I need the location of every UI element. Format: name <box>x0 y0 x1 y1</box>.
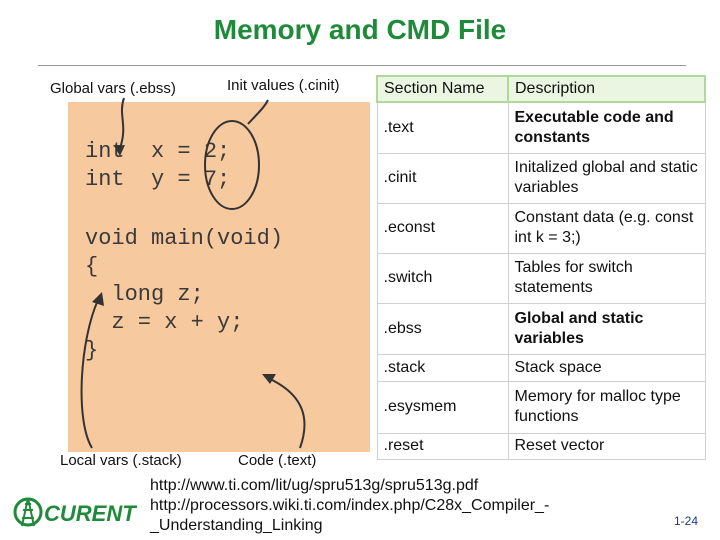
link-ti-wiki[interactable]: http://processors.wiki.ti.com/index.php/… <box>150 496 549 516</box>
header-section-name: Section Name <box>376 75 509 103</box>
section-description: Global and static variables <box>507 302 706 355</box>
section-name: .ebss <box>376 302 509 355</box>
arrow-global-vars <box>119 97 125 149</box>
tower-icon: CURENT <box>13 497 137 527</box>
logo-text: CURENT <box>44 501 137 526</box>
arrowhead-local-vars <box>92 292 104 306</box>
section-description: Stack space <box>507 353 706 382</box>
label-local-vars: Local vars (.stack) <box>60 452 182 469</box>
init-values-oval <box>204 120 260 210</box>
section-name: .econst <box>376 202 509 254</box>
table-row: .stack Stack space <box>376 353 706 382</box>
section-name: .cinit <box>376 152 509 204</box>
section-description: Initalized global and static variables <box>507 152 706 204</box>
table-row: .esysmem Memory for malloc type function… <box>376 380 706 434</box>
reference-links: http://www.ti.com/lit/ug/spru513g/spru51… <box>150 476 549 536</box>
arrow-init-values <box>247 99 269 125</box>
section-description: Constant data (e.g. const int k = 3;) <box>507 202 706 254</box>
link-ti-pdf[interactable]: http://www.ti.com/lit/ug/spru513g/spru51… <box>150 476 549 496</box>
table-row: .cinit Initalized global and static vari… <box>376 152 706 204</box>
section-description: Reset vector <box>507 432 706 460</box>
section-description: Tables for switch statements <box>507 252 706 304</box>
sections-table: Section Name Description .text Executabl… <box>376 75 706 460</box>
arrowhead-code-text <box>262 374 276 384</box>
link-ti-wiki-cont[interactable]: _Understanding_Linking <box>150 516 549 536</box>
table-row: .text Executable code and constants <box>376 101 706 154</box>
table-row: .econst Constant data (e.g. const int k … <box>376 202 706 254</box>
page-number: 1-24 <box>674 514 699 528</box>
section-description: Memory for malloc type functions <box>507 380 706 434</box>
table-row: .reset Reset vector <box>376 432 706 460</box>
section-name: .reset <box>376 432 509 460</box>
section-name: .esysmem <box>376 380 509 434</box>
arrowhead-global-vars <box>114 145 125 156</box>
section-name: .stack <box>376 353 509 382</box>
table-header-row: Section Name Description <box>376 75 706 103</box>
section-name: .text <box>376 101 509 154</box>
table-row: .ebss Global and static variables <box>376 302 706 355</box>
arrow-code-text <box>267 377 306 449</box>
table-row: .switch Tables for switch statements <box>376 252 706 304</box>
section-description: Executable code and constants <box>507 101 706 154</box>
curent-logo: CURENT <box>12 492 142 537</box>
section-name: .switch <box>376 252 509 304</box>
label-code-text: Code (.text) <box>238 452 317 469</box>
arrow-local-vars <box>80 299 99 449</box>
header-description: Description <box>507 75 706 103</box>
